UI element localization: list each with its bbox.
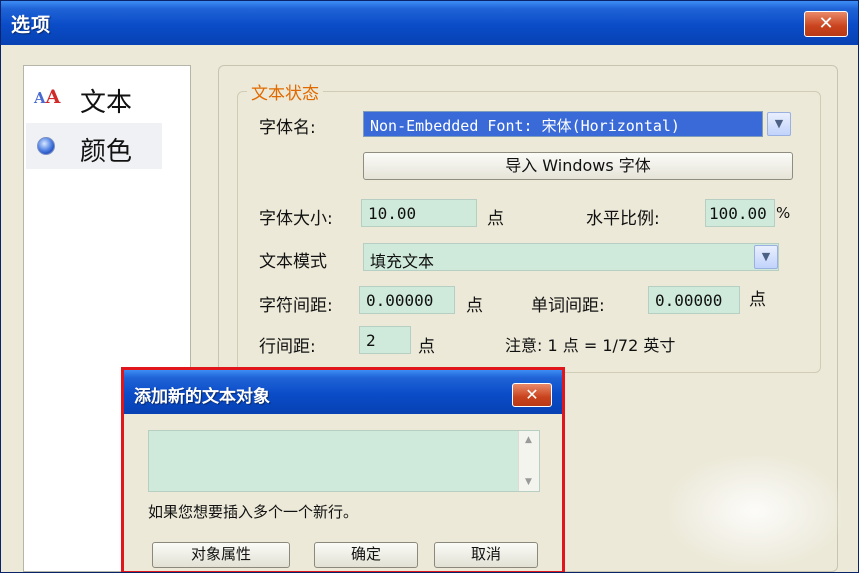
category-label-text: 文本 [80,88,133,118]
ok-button[interactable]: 确定 [314,542,418,568]
scroll-down-icon[interactable]: ▼ [520,473,537,491]
text-mode-select[interactable]: 填充文本 [363,243,779,271]
add-text-object-dialog: 添加新的文本对象 ✕ ▲ ▼ 如果您想要插入多个一个新行。 对象属性 确定 取消 [121,367,565,572]
line-spacing-label: 行间距: [259,337,316,357]
chevron-down-icon: ▼ [774,117,784,130]
new-text-textarea[interactable]: ▲ ▼ [148,430,540,492]
line-spacing-input[interactable]: 2 [359,326,411,354]
window-title: 选项 [11,14,52,36]
sub-dialog-close-button[interactable]: ✕ [512,383,552,407]
category-item-color[interactable]: 颜色 [26,123,162,169]
horizontal-scale-label: 水平比例: [586,209,660,229]
text-state-legend: 文本状态 [247,79,323,104]
close-icon: ✕ [525,385,539,404]
font-size-unit: 点 [487,209,504,229]
font-dropdown-button[interactable]: ▼ [767,112,791,136]
sub-dialog-title: 添加新的文本对象 [134,387,270,407]
char-spacing-label: 字符间距: [259,296,333,316]
import-windows-font-button[interactable]: 导入 Windows 字体 [363,152,793,180]
textarea-scrollbar[interactable]: ▲ ▼ [518,431,539,491]
word-spacing-input[interactable]: 0.00000 [648,286,740,314]
char-spacing-input[interactable]: 0.00000 [359,286,455,314]
text-mode-label: 文本模式 [259,252,327,272]
word-spacing-unit: 点 [749,290,766,310]
line-spacing-unit: 点 [418,337,435,357]
font-name-select[interactable]: Non-Embedded Font: 宋体(Horizontal) [363,111,763,137]
cancel-button[interactable]: 取消 [434,542,538,568]
horizontal-scale-input[interactable]: 100.00 [705,199,775,227]
blurred-watermark [669,456,841,566]
font-size-input[interactable]: 10.00 [361,199,477,227]
close-button[interactable]: ✕ [804,11,848,37]
horizontal-scale-unit: % [776,204,791,222]
sub-dialog-title-bar: 添加新的文本对象 ✕ [124,370,562,414]
font-aa-icon: AA [34,86,61,108]
font-size-label: 字体大小: [259,209,333,229]
unit-note: 注意: 1 点 = 1/72 英寸 [505,336,676,355]
close-icon: ✕ [818,13,834,34]
title-bar: 选项 ✕ [1,1,858,45]
options-dialog: 选项 ✕ AA 文本 颜色 文本状态 字体名: Non-Embedded Fon… [0,0,859,573]
chevron-down-icon: ▼ [761,250,771,263]
newline-hint: 如果您想要插入多个一个新行。 [148,503,359,521]
radio-selected-icon [37,137,55,155]
category-item-text[interactable]: AA 文本 [26,74,162,120]
font-name-label: 字体名: [259,118,316,138]
object-properties-button[interactable]: 对象属性 [152,542,290,568]
category-label-color: 颜色 [80,137,133,167]
char-spacing-unit: 点 [466,296,483,316]
word-spacing-label: 单词间距: [531,296,605,316]
scroll-up-icon[interactable]: ▲ [520,431,537,449]
text-mode-dropdown-button[interactable]: ▼ [754,245,778,269]
